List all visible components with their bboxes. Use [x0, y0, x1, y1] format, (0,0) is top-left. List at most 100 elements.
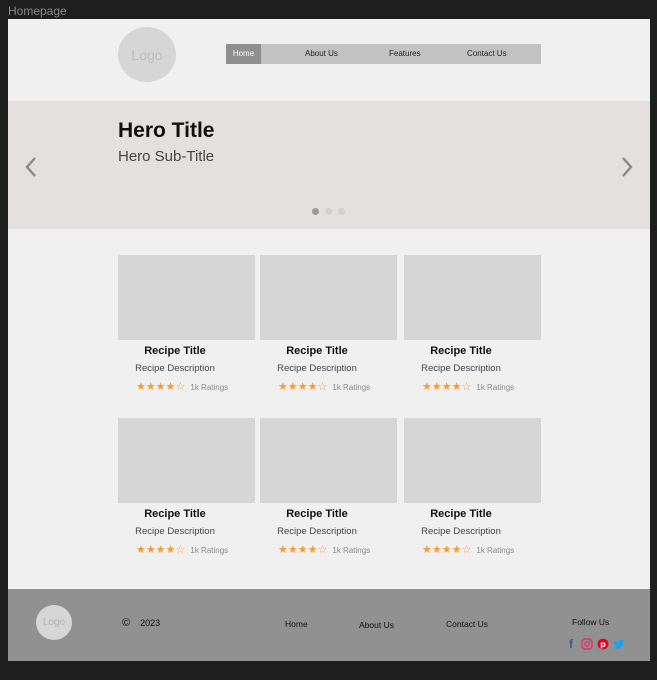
star-rating: ★ ★ ★ ★ ☆ [278, 545, 327, 556]
nav-item-about-us[interactable]: About Us [305, 44, 338, 64]
recipe-card[interactable]: Recipe Title Recipe Description ★ ★ ★ ★ ☆ 1k… [118, 255, 255, 400]
star-filled-icon: ★ [145, 381, 156, 393]
star-rating: ★ ★ ★ ★ ☆ [422, 545, 471, 556]
recipe-card[interactable]: Recipe Title Recipe Description ★ ★ ★ ★ ☆ 1k… [260, 418, 397, 563]
pinterest-icon[interactable]: p [597, 638, 609, 652]
star-rating: ★ ★ ★ ★ ☆ [422, 382, 471, 393]
recipe-image [404, 418, 541, 503]
star-empty-icon: ☆ [175, 381, 186, 393]
recipe-rating: ★ ★ ★ ★ ☆ 1k Ratings [136, 545, 228, 556]
footer-link-contact-us[interactable]: Contact Us [446, 619, 488, 629]
star-filled-icon: ★ [155, 544, 166, 556]
star-filled-icon: ★ [136, 544, 146, 556]
star-empty-icon: ☆ [461, 381, 472, 393]
recipe-rating: ★ ★ ★ ★ ☆ 1k Ratings [422, 382, 514, 393]
star-filled-icon: ★ [441, 381, 452, 393]
nav-item-features[interactable]: Features [389, 44, 421, 64]
header-logo[interactable]: Logo [118, 27, 176, 82]
recipe-description: Recipe Description [421, 363, 501, 374]
carousel-prev-button[interactable] [23, 155, 39, 179]
star-empty-icon: ☆ [461, 544, 472, 556]
star-empty-icon: ☆ [175, 544, 186, 556]
recipe-card[interactable]: Recipe Title Recipe Description ★ ★ ★ ★ ☆ 1k… [404, 255, 541, 400]
recipe-card[interactable]: Recipe Title Recipe Description ★ ★ ★ ★ ☆ 1k… [260, 255, 397, 400]
recipe-title: Recipe Title [430, 508, 492, 520]
recipe-description: Recipe Description [135, 363, 215, 374]
recipe-rating: ★ ★ ★ ★ ☆ 1k Ratings [278, 545, 370, 556]
star-filled-icon: ★ [155, 381, 166, 393]
recipe-card[interactable]: Recipe Title Recipe Description ★ ★ ★ ★ ☆ 1k… [404, 418, 541, 563]
main-nav: Home About Us Features Contact Us [226, 44, 541, 64]
star-filled-icon: ★ [307, 544, 318, 556]
copyright-icon: © [122, 617, 131, 629]
recipe-title: Recipe Title [430, 345, 492, 357]
carousel-next-button[interactable] [619, 155, 635, 179]
twitter-glyph [613, 639, 625, 649]
social-links: f p [565, 638, 625, 652]
recipe-rating: ★ ★ ★ ★ ☆ 1k Ratings [136, 382, 228, 393]
nav-item-contact-us[interactable]: Contact Us [467, 44, 507, 64]
star-filled-icon: ★ [297, 544, 308, 556]
chevron-left-icon [25, 157, 36, 177]
star-filled-icon: ★ [422, 544, 432, 556]
carousel-dot[interactable] [338, 208, 345, 215]
homepage-frame: Logo Home About Us Features Contact Us H… [8, 19, 650, 661]
star-empty-icon: ☆ [317, 381, 328, 393]
hero-title: Hero Title [118, 119, 215, 142]
star-filled-icon: ★ [287, 544, 298, 556]
copyright-year: 2023 [140, 618, 161, 628]
recipe-title: Recipe Title [144, 508, 206, 520]
pinterest-glyph: p [597, 638, 609, 650]
recipe-description: Recipe Description [421, 526, 501, 537]
recipe-title: Recipe Title [286, 508, 348, 520]
carousel-dots [312, 208, 345, 216]
instagram-glyph [581, 638, 593, 650]
star-filled-icon: ★ [422, 381, 432, 393]
star-filled-icon: ★ [278, 544, 288, 556]
frame-label: Homepage [8, 4, 67, 18]
recipe-image [260, 418, 397, 503]
nav-item-home[interactable]: Home [226, 44, 261, 64]
recipe-image [260, 255, 397, 340]
star-filled-icon: ★ [307, 381, 318, 393]
chevron-right-icon [622, 157, 633, 177]
carousel-dot[interactable] [312, 208, 319, 215]
footer-logo[interactable]: Logo [36, 605, 72, 640]
star-filled-icon: ★ [451, 381, 462, 393]
footer-link-about-us[interactable]: About Us [359, 620, 394, 630]
hero-carousel: Hero Title Hero Sub-Title [8, 101, 650, 229]
ratings-count: 1k Ratings [190, 383, 229, 392]
star-rating: ★ ★ ★ ★ ☆ [136, 545, 185, 556]
facebook-icon[interactable]: f [565, 638, 577, 652]
recipe-image [118, 255, 255, 340]
recipe-description: Recipe Description [277, 526, 357, 537]
recipe-card[interactable]: Recipe Title Recipe Description ★ ★ ★ ★ ☆ 1k… [118, 418, 255, 563]
follow-us-label: Follow Us [572, 617, 610, 627]
star-filled-icon: ★ [431, 544, 442, 556]
recipe-rating: ★ ★ ★ ★ ☆ 1k Ratings [278, 382, 370, 393]
recipe-description: Recipe Description [277, 363, 357, 374]
star-filled-icon: ★ [145, 544, 156, 556]
recipe-title: Recipe Title [286, 345, 348, 357]
hero-subtitle: Hero Sub-Title [118, 148, 215, 165]
ratings-count: 1k Ratings [332, 546, 371, 555]
star-filled-icon: ★ [165, 544, 176, 556]
star-rating: ★ ★ ★ ★ ☆ [278, 382, 327, 393]
star-filled-icon: ★ [136, 381, 146, 393]
ratings-count: 1k Ratings [476, 546, 515, 555]
star-empty-icon: ☆ [317, 544, 328, 556]
carousel-dot[interactable] [325, 208, 332, 215]
twitter-icon[interactable] [613, 638, 625, 652]
star-rating: ★ ★ ★ ★ ☆ [136, 382, 185, 393]
footer-link-home[interactable]: Home [285, 619, 308, 629]
star-filled-icon: ★ [287, 381, 298, 393]
instagram-icon[interactable] [581, 638, 593, 652]
footer: Logo © 2023 Home About Us Contact Us Fol… [8, 589, 650, 661]
ratings-count: 1k Ratings [190, 546, 229, 555]
star-filled-icon: ★ [278, 381, 288, 393]
recipe-description: Recipe Description [135, 526, 215, 537]
recipe-rating: ★ ★ ★ ★ ☆ 1k Ratings [422, 545, 514, 556]
recipe-image [404, 255, 541, 340]
star-filled-icon: ★ [431, 381, 442, 393]
svg-text:p: p [600, 640, 606, 649]
